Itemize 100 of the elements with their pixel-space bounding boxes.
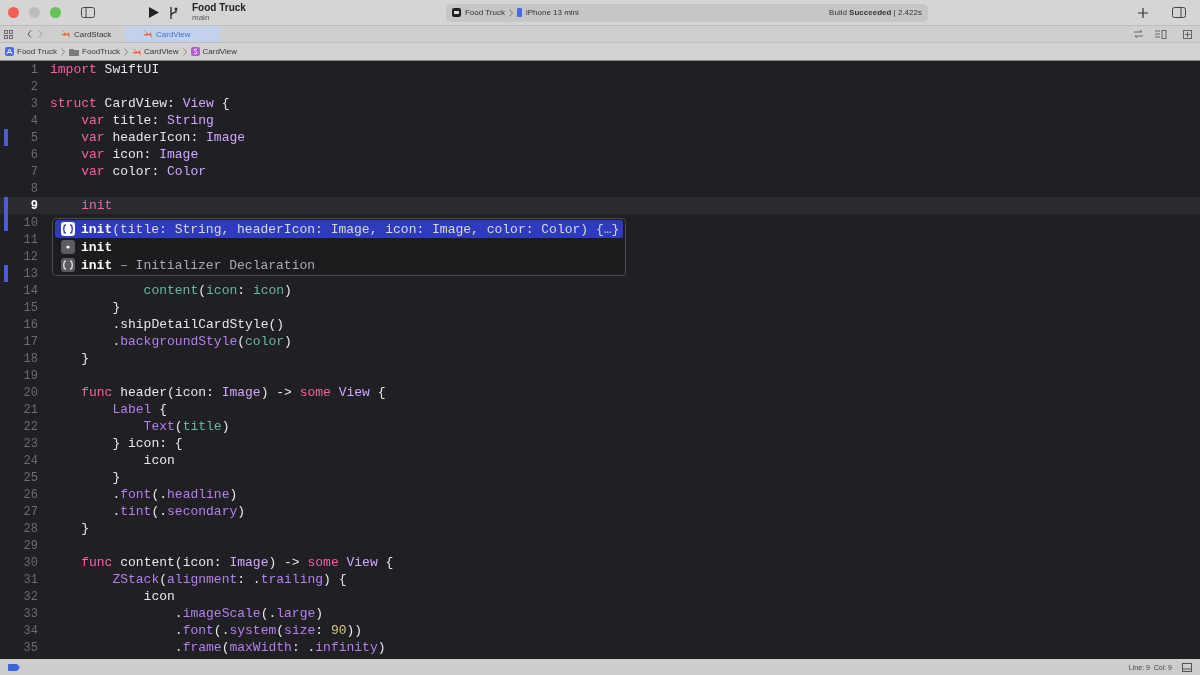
- code-line: .font(.system(size: 90)): [173, 623, 363, 638]
- branch-name: main: [192, 14, 211, 22]
- folder-icon: [69, 47, 79, 56]
- line-number: 31: [22, 572, 38, 587]
- code-line: init: [80, 198, 113, 213]
- branch-icon: [169, 6, 178, 19]
- code-line: .shipDetailCardStyle(): [111, 317, 285, 332]
- chevron-icon: [61, 47, 65, 56]
- completion-item[interactable]: init – Initializer Declaration: [55, 256, 623, 274]
- swift-file-icon: [61, 30, 70, 38]
- add-editor-icon[interactable]: [1183, 29, 1192, 39]
- struct-icon: [190, 47, 200, 56]
- code-line: }: [80, 351, 89, 366]
- code-line: icon: [142, 453, 175, 468]
- breadcrumb-item[interactable]: Food Truck: [17, 47, 57, 56]
- line-number: 5: [29, 130, 38, 145]
- scheme-name[interactable]: Food Truck: [464, 8, 505, 17]
- code-line: var color: Color: [80, 164, 207, 179]
- code-line: import SwiftUI: [50, 62, 160, 77]
- code-line: .backgroundStyle(color): [111, 334, 292, 349]
- play-icon[interactable]: [149, 7, 159, 18]
- inspector-icon[interactable]: [1172, 7, 1186, 18]
- code-line: icon: [142, 589, 175, 604]
- line-number: 30: [22, 555, 38, 570]
- code-line: .frame(maxWidth: .infinity): [173, 640, 386, 655]
- sidebar-icon[interactable]: [81, 7, 95, 18]
- line-number: 20: [22, 385, 38, 400]
- swap-icon[interactable]: [1134, 30, 1143, 38]
- line-number: 15: [22, 300, 38, 315]
- line-number: 14: [22, 283, 38, 298]
- line-number: 34: [22, 623, 38, 638]
- line-number: 2: [29, 79, 38, 94]
- line-number: 7: [29, 164, 38, 179]
- code-line: content(icon: icon): [142, 283, 292, 298]
- line-number: 4: [29, 113, 38, 128]
- line-number: 35: [22, 640, 38, 655]
- close-button[interactable]: [8, 7, 19, 18]
- code-line: } icon: {: [111, 436, 183, 451]
- line-number: 11: [22, 232, 38, 247]
- chevron-icon: [182, 47, 187, 56]
- line-number: 1: [29, 62, 38, 77]
- line-number: 13: [22, 266, 38, 281]
- back-icon[interactable]: [27, 30, 32, 38]
- breadcrumb-item[interactable]: FoodTruck: [82, 47, 120, 56]
- line-number: 21: [22, 402, 38, 417]
- code-line: func header(icon: Image) -> some View {: [80, 385, 386, 400]
- code-line: }: [80, 521, 89, 536]
- line-number: 18: [22, 351, 38, 366]
- file-tab[interactable]: CardStack: [49, 26, 119, 42]
- tag-icon[interactable]: [8, 664, 20, 671]
- line-number: 27: [22, 504, 38, 519]
- code-line: .tint(.secondary): [111, 504, 246, 519]
- code-line: struct CardView: View {: [50, 96, 230, 111]
- breadcrumb-item[interactable]: CardView: [202, 47, 238, 56]
- project-name: Food Truck: [192, 3, 246, 13]
- code-line: var icon: Image: [80, 147, 199, 162]
- code-line: .imageScale(.large): [173, 606, 324, 621]
- code-line: var title: String: [80, 113, 214, 128]
- code-line: Label {: [111, 402, 168, 417]
- braces-icon: [61, 258, 75, 272]
- line-number: 3: [29, 96, 38, 111]
- completion-item[interactable]: init: [55, 238, 623, 256]
- line-number: 25: [22, 470, 38, 485]
- code-line: func content(icon: Image) -> some View {: [80, 555, 394, 570]
- code-line: .font(.headline): [111, 487, 238, 502]
- chevron-icon: [508, 8, 513, 17]
- line-number: 10: [22, 215, 38, 230]
- device-name[interactable]: iPhone 13 mini: [525, 8, 579, 17]
- lines-icon[interactable]: [1155, 29, 1167, 39]
- app-icon: [451, 8, 461, 17]
- code-line: Text(title): [142, 419, 230, 434]
- line-number: 32: [22, 589, 38, 604]
- line-number: 19: [22, 368, 38, 383]
- line-number: 33: [22, 606, 38, 621]
- line-number: 8: [29, 181, 38, 196]
- line-number: 17: [22, 334, 38, 349]
- code-line: }: [111, 300, 121, 315]
- build-status: Build Succeeded | 2.422s: [829, 8, 922, 17]
- completion-item[interactable]: init(title: String, headerIcon: Image, icon: Image, color: Color) {…}: [55, 220, 623, 238]
- line-number: 22: [22, 419, 38, 434]
- grid-icon[interactable]: [4, 29, 13, 39]
- plus-icon[interactable]: [1138, 7, 1148, 18]
- phone-icon: [516, 8, 522, 17]
- code-line: }: [111, 470, 121, 485]
- line-number: 9: [29, 198, 38, 213]
- line-number: 26: [22, 487, 38, 502]
- breadcrumb-item[interactable]: CardView: [143, 47, 179, 56]
- line-number: 12: [22, 249, 38, 264]
- line-number: 28: [22, 521, 38, 536]
- panel-icon[interactable]: [1182, 663, 1192, 672]
- code-line: var headerIcon: Image: [80, 130, 246, 145]
- code-line: ZStack(alignment: .trailing) {: [111, 572, 347, 587]
- line-number: 16: [22, 317, 38, 332]
- braces-icon: [61, 222, 75, 236]
- line-number: 6: [29, 147, 38, 162]
- line-number: 29: [22, 538, 38, 553]
- line-number: 23: [22, 436, 38, 451]
- app-icon: [5, 47, 14, 56]
- chevron-icon: [123, 47, 128, 56]
- line-number: 24: [22, 453, 38, 468]
